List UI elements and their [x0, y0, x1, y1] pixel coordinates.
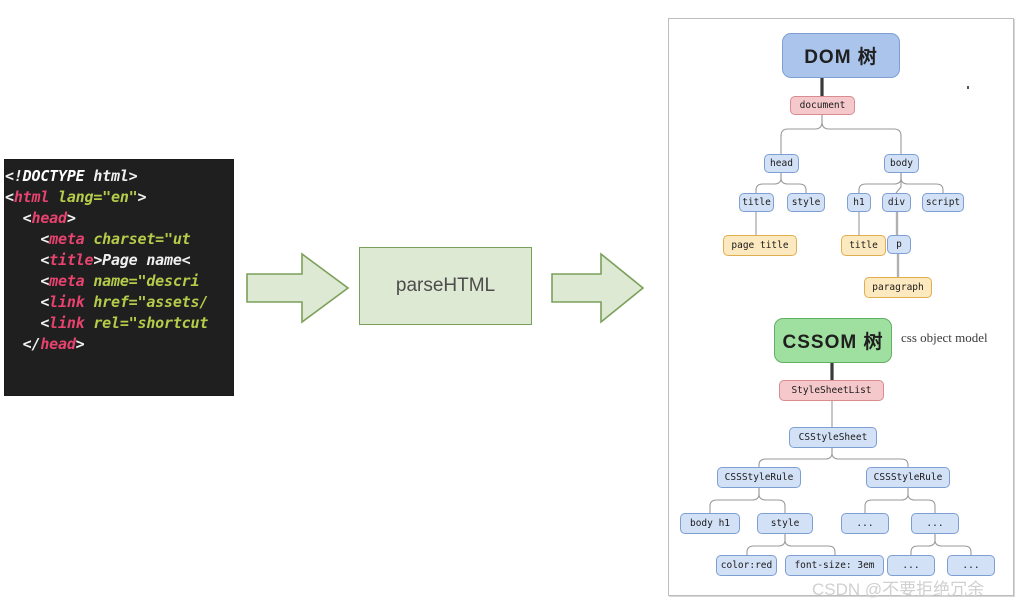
- dom-node-h1[interactable]: h1: [847, 193, 871, 212]
- node-label: body h1: [689, 518, 731, 529]
- node-label: ...: [856, 518, 874, 529]
- dom-node-style[interactable]: style: [787, 193, 825, 212]
- node-label: StyleSheetList: [791, 385, 872, 396]
- node-label: page title: [731, 240, 789, 251]
- code-line: <link href="assets/: [40, 293, 209, 311]
- node-label: div: [887, 197, 906, 208]
- stray-dot-mark: [967, 86, 969, 89]
- code-line: <link rel="shortcut: [40, 314, 209, 332]
- code-line: <head>: [22, 209, 76, 227]
- dom-node-title[interactable]: title: [739, 193, 774, 212]
- csdn-watermark: CSDN @不要拒绝冗余: [812, 580, 985, 599]
- node-label: ...: [902, 560, 920, 571]
- cssom-tree-title-label: CSSOM 树: [782, 332, 884, 353]
- cssom-node-ellipsis-4[interactable]: ...: [947, 555, 995, 576]
- cssom-node-cssstylerule-left[interactable]: CSSStyleRule: [717, 467, 801, 488]
- cssom-subtitle: css object model: [901, 330, 988, 345]
- cssom-node-ellipsis-3[interactable]: ...: [887, 555, 935, 576]
- node-label: CSStyleSheet: [798, 432, 868, 443]
- cssom-node-ellipsis-2[interactable]: ...: [911, 513, 959, 534]
- node-label: document: [799, 100, 846, 111]
- cssom-node-color-red[interactable]: color:red: [716, 555, 777, 576]
- node-label: ...: [926, 518, 944, 529]
- html-source-code-screenshot: <!DOCTYPE html> <html lang="en"> <head> …: [5, 160, 233, 395]
- dom-node-div[interactable]: div: [882, 193, 911, 212]
- dom-node-paragraph[interactable]: paragraph: [864, 277, 932, 298]
- code-line: <html lang="en">: [5, 188, 147, 206]
- dom-node-head[interactable]: head: [764, 154, 799, 173]
- dom-node-script[interactable]: script: [922, 193, 964, 212]
- dom-tree-title-label: DOM 树: [804, 47, 878, 68]
- node-label: title: [849, 240, 878, 251]
- node-label: style: [770, 518, 800, 529]
- cssom-node-cssstylesheet[interactable]: CSStyleSheet: [789, 427, 877, 448]
- parse-html-process-box: parseHTML: [359, 247, 532, 325]
- code-line: <meta charset="ut: [40, 230, 191, 248]
- cssom-node-style[interactable]: style: [757, 513, 813, 534]
- cssom-tree-title: CSSOM 树: [774, 318, 892, 363]
- node-label: font-size: 3em: [794, 560, 875, 571]
- node-label: CSSStyleRule: [724, 472, 794, 483]
- node-label: script: [925, 197, 961, 208]
- dom-node-document[interactable]: document: [790, 96, 855, 115]
- node-label: CSSStyleRule: [873, 472, 943, 483]
- node-label: head: [770, 158, 793, 169]
- cssom-node-body-h1[interactable]: body h1: [680, 513, 740, 534]
- parse-html-label: parseHTML: [395, 275, 496, 296]
- dom-node-body[interactable]: body: [884, 154, 919, 173]
- arrow-right-icon-right: [551, 252, 645, 324]
- dom-tree-title: DOM 树: [782, 33, 900, 78]
- code-line: </head>: [22, 335, 85, 353]
- node-label: style: [791, 197, 821, 208]
- node-label: body: [890, 158, 913, 169]
- node-label: ...: [962, 560, 980, 571]
- node-label: p: [896, 239, 902, 250]
- dom-node-title-text[interactable]: title: [841, 235, 886, 256]
- cssom-node-stylesheetlist[interactable]: StyleSheetList: [779, 380, 884, 401]
- code-line: <meta name="descri: [40, 272, 200, 290]
- dom-node-p[interactable]: p: [887, 235, 911, 254]
- node-label: title: [742, 197, 771, 208]
- dom-node-page-title[interactable]: page title: [723, 235, 797, 256]
- cssom-node-font-size[interactable]: font-size: 3em: [785, 555, 884, 576]
- cssom-node-cssstylerule-right[interactable]: CSSStyleRule: [866, 467, 950, 488]
- node-label: h1: [853, 197, 865, 208]
- node-label: color:red: [720, 560, 773, 571]
- tree-diagram-panel: DOM 树 document head body title style h1 …: [668, 18, 1014, 596]
- code-line: <!DOCTYPE html>: [5, 167, 138, 185]
- arrow-right-icon-left: [246, 252, 350, 324]
- node-label: paragraph: [872, 282, 924, 293]
- code-line: <title>Page name<: [40, 251, 191, 269]
- cssom-node-ellipsis-1[interactable]: ...: [841, 513, 889, 534]
